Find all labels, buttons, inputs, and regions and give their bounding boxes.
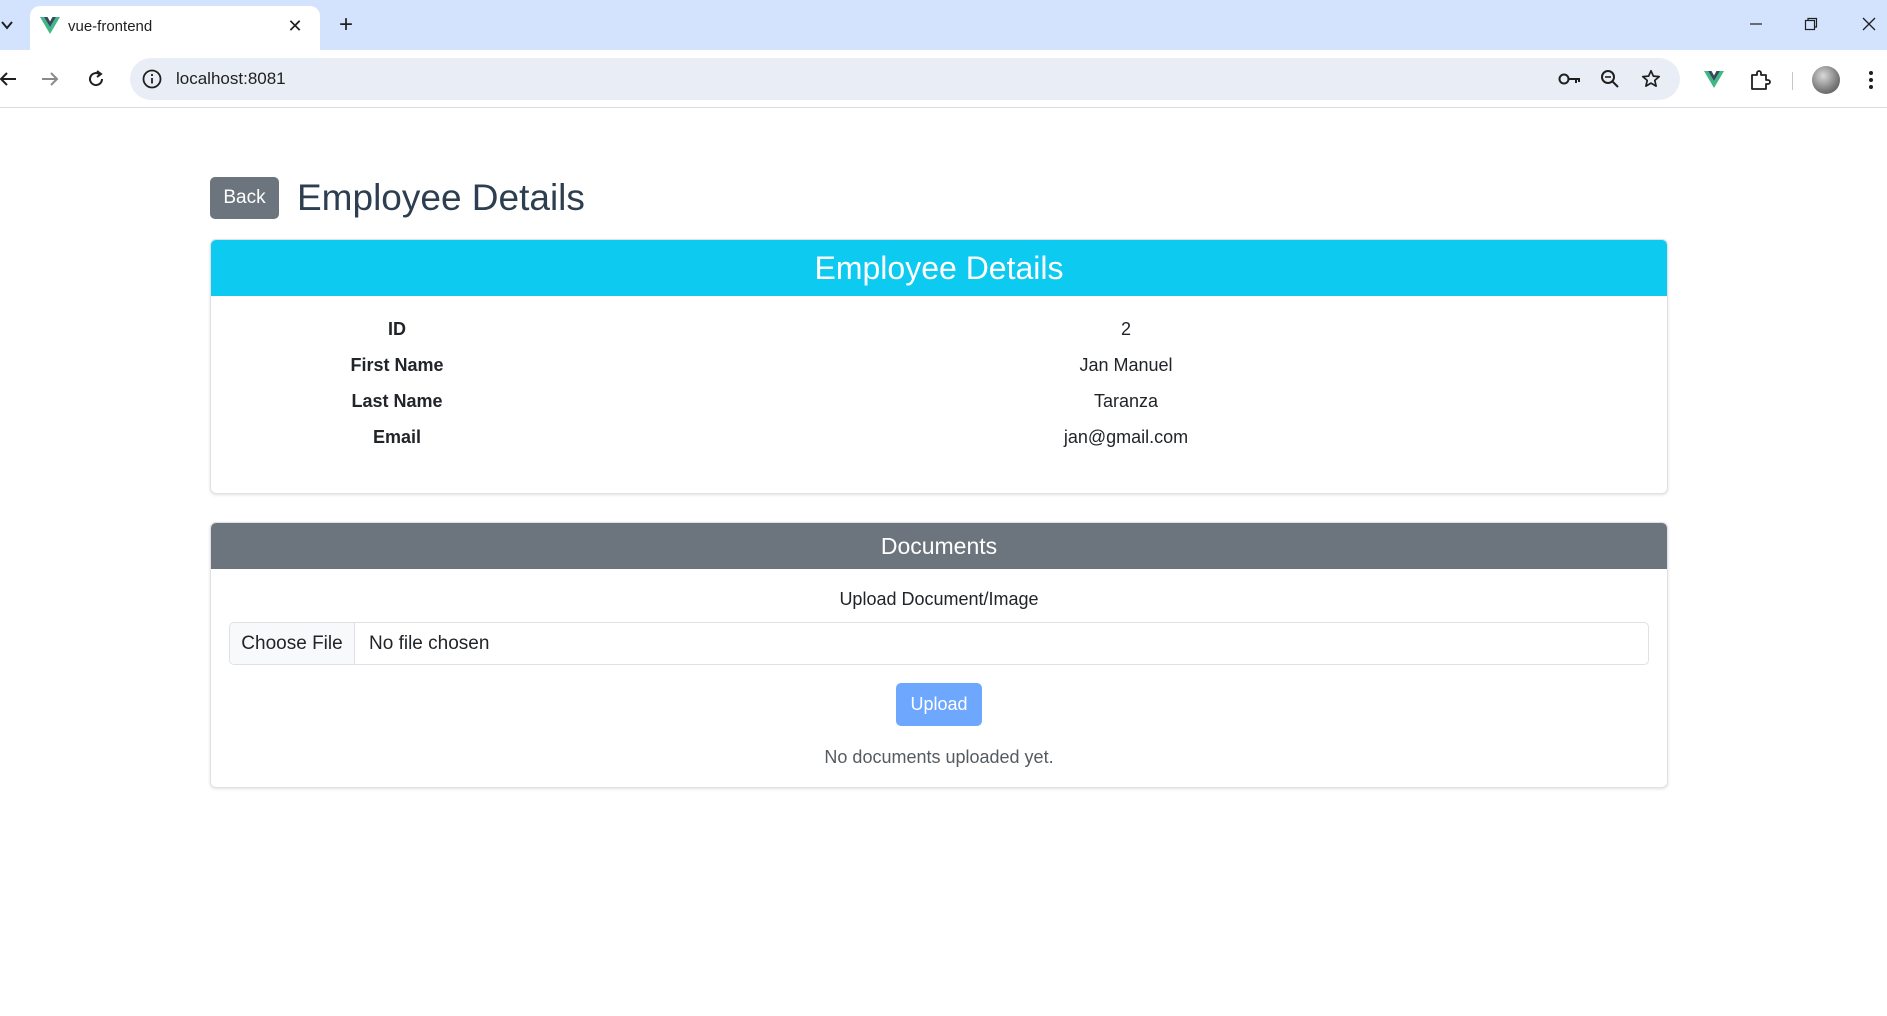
detail-row-last-name: Last Name Taranza (211, 384, 1667, 420)
detail-label: Email (372, 427, 422, 447)
page-content: Back Employee Details Employee Details I… (0, 109, 1887, 1016)
documents-card: Documents Upload Document/Image Choose F… (210, 522, 1668, 788)
extensions-puzzle-icon[interactable] (1746, 66, 1774, 94)
upload-label: Upload Document/Image (839, 589, 1039, 609)
bookmark-star-icon[interactable] (1638, 67, 1664, 91)
tab-search-icon[interactable] (0, 14, 14, 36)
reload-icon[interactable] (80, 63, 112, 95)
detail-value: 2 (1120, 319, 1131, 339)
url-text: localhost:8081 (176, 69, 286, 88)
detail-label: Last Name (351, 391, 443, 411)
back-arrow-icon[interactable] (0, 63, 24, 95)
browser-toolbar: localhost:8081 (0, 50, 1887, 108)
restore-icon[interactable] (1788, 8, 1834, 40)
detail-label: First Name (350, 355, 444, 375)
back-button[interactable]: Back (210, 177, 279, 219)
detail-row-id: ID 2 (211, 312, 1667, 348)
password-key-icon[interactable] (1557, 67, 1583, 91)
site-info-icon[interactable] (141, 68, 163, 90)
close-window-icon[interactable] (1846, 8, 1887, 40)
vue-logo-icon (40, 17, 60, 34)
forward-arrow-icon[interactable] (34, 63, 66, 95)
zoom-icon[interactable] (1597, 67, 1623, 91)
details-table: ID 2 First Name Jan Manuel Last Name Tar… (211, 312, 1667, 456)
page-title: Employee Details (297, 177, 585, 218)
detail-row-first-name: First Name Jan Manuel (211, 348, 1667, 384)
page-header: Back Employee Details (210, 177, 585, 219)
detail-label: ID (388, 319, 406, 339)
browser-tab-bar: vue-frontend ✕ + (0, 0, 1887, 50)
address-bar[interactable]: localhost:8081 (130, 58, 1680, 100)
detail-value: jan@gmail.com (1063, 427, 1189, 447)
toolbar-divider (1792, 72, 1793, 90)
file-input[interactable]: Choose File No file chosen (229, 622, 1649, 665)
vue-devtools-icon[interactable] (1700, 66, 1728, 94)
choose-file-button[interactable]: Choose File (230, 623, 355, 664)
file-status-text: No file chosen (369, 632, 490, 654)
upload-button[interactable]: Upload (896, 683, 982, 726)
close-tab-icon[interactable]: ✕ (284, 15, 306, 37)
minimize-icon[interactable] (1733, 8, 1779, 40)
more-menu-icon[interactable] (1857, 66, 1885, 94)
profile-avatar[interactable] (1812, 66, 1840, 94)
employee-details-card: Employee Details ID 2 First Name Jan Man… (210, 239, 1668, 494)
new-tab-icon[interactable]: + (332, 11, 360, 39)
detail-value: Taranza (1093, 391, 1159, 411)
documents-card-header: Documents (211, 523, 1667, 569)
details-card-header: Employee Details (211, 240, 1667, 296)
detail-row-email: Email jan@gmail.com (211, 420, 1667, 456)
detail-value: Jan Manuel (1079, 355, 1173, 375)
tab-title: vue-frontend (68, 18, 153, 35)
browser-tab[interactable]: vue-frontend ✕ (30, 6, 320, 50)
empty-documents-message: No documents uploaded yet. (824, 747, 1054, 767)
